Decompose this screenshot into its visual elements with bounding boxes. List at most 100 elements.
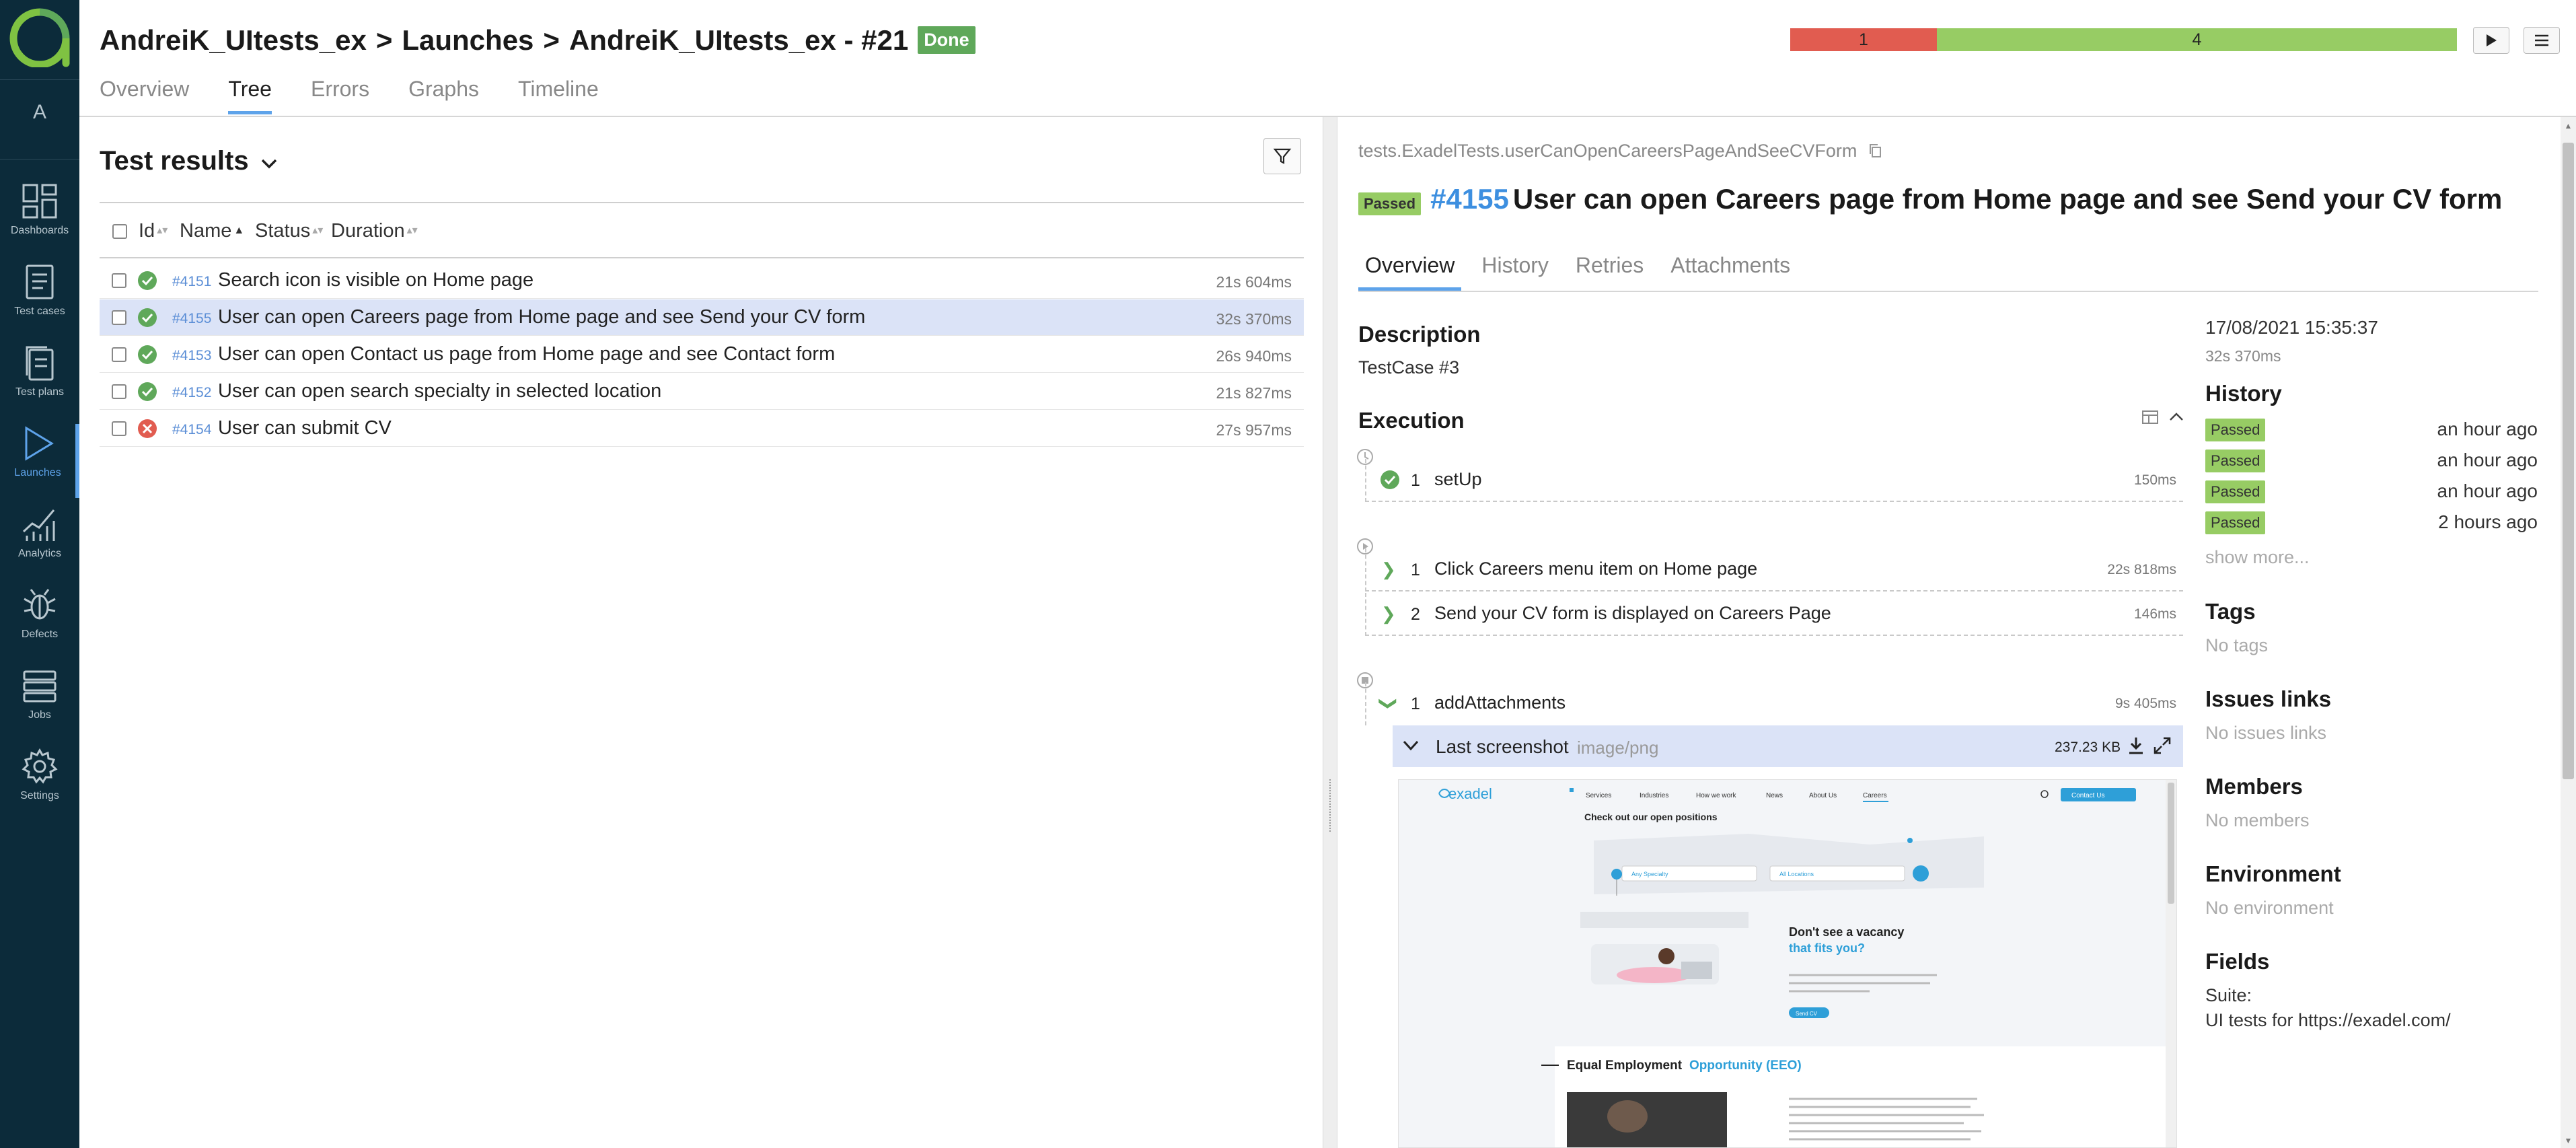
- failed-segment[interactable]: 1: [1790, 28, 1938, 51]
- row-id[interactable]: #4151: [172, 274, 211, 290]
- row-id[interactable]: #4152: [172, 385, 211, 401]
- sidebar-item-label: Launches: [14, 467, 61, 478]
- row-name[interactable]: User can open Contact us page from Home …: [218, 343, 835, 365]
- user-avatar[interactable]: A: [0, 101, 79, 124]
- column-status[interactable]: Status ▴▾: [255, 220, 323, 242]
- passed-segment[interactable]: 4: [1937, 28, 2457, 51]
- bug-icon: [24, 589, 56, 620]
- tab-detail-history[interactable]: History: [1475, 253, 1555, 291]
- table-row[interactable]: #4153 User can open Contact us page from…: [100, 336, 1304, 373]
- expand-icon[interactable]: [2153, 736, 2172, 755]
- row-name[interactable]: User can open Careers page from Home pag…: [218, 306, 865, 328]
- breadcrumb-separator: >: [543, 24, 560, 56]
- passed-icon: [138, 382, 157, 401]
- allure-logo[interactable]: [9, 8, 70, 67]
- test-step[interactable]: ❯ 1 Click Careers menu item on Home page…: [1365, 548, 2183, 591]
- row-checkbox[interactable]: [112, 310, 126, 325]
- scroll-up-icon[interactable]: ▲: [2561, 121, 2576, 131]
- site-nav-item: About Us: [1809, 792, 1837, 799]
- screenshot-image: exadel Services Industries How we work N…: [1399, 780, 2176, 1147]
- history-status-badge[interactable]: Passed: [2205, 511, 2266, 534]
- filter-button[interactable]: [1263, 138, 1301, 174]
- tab-graphs[interactable]: Graphs: [408, 77, 479, 114]
- screenshot-preview[interactable]: exadel Services Industries How we work N…: [1398, 779, 2177, 1148]
- row-id[interactable]: #4155: [172, 311, 211, 327]
- row-id[interactable]: #4153: [172, 348, 211, 364]
- row-name[interactable]: User can submit CV: [218, 417, 392, 439]
- scrollbar-thumb[interactable]: [2563, 143, 2574, 779]
- row-checkbox[interactable]: [112, 273, 126, 288]
- drag-handle-icon: [1329, 779, 1331, 832]
- passed-icon: [138, 308, 157, 327]
- column-status-label: Status: [255, 220, 311, 242]
- tab-timeline[interactable]: Timeline: [518, 77, 599, 114]
- row-name[interactable]: Search icon is visible on Home page: [218, 269, 533, 291]
- breadcrumb: AndreiK_UItests_ex > Launches > AndreiK_UIte…: [100, 24, 976, 57]
- column-duration[interactable]: Duration ▴▾: [331, 220, 418, 242]
- history-status-badge[interactable]: Passed: [2205, 419, 2266, 441]
- column-name[interactable]: Name ▲: [180, 220, 244, 242]
- row-checkbox[interactable]: [112, 347, 126, 362]
- sidebar-item-test-plans[interactable]: Test plans: [0, 343, 79, 417]
- layout-toggle-icon[interactable]: [2141, 409, 2159, 425]
- table-row[interactable]: #4155 User can open Careers page from Ho…: [100, 299, 1304, 336]
- sidebar-item-jobs[interactable]: Jobs: [0, 666, 79, 740]
- sidebar-item-test-cases[interactable]: Test cases: [0, 262, 79, 336]
- tab-detail-retries[interactable]: Retries: [1569, 253, 1650, 291]
- table-row[interactable]: #4151 Search icon is visible on Home pag…: [100, 262, 1304, 299]
- test-step[interactable]: ❯ 2 Send your CV form is displayed on Ca…: [1365, 593, 2183, 636]
- test-results-label: Test results: [100, 146, 249, 176]
- field-suite-label: Suite:: [2205, 985, 2252, 1005]
- history-status-badge[interactable]: Passed: [2205, 450, 2266, 472]
- column-name-label: Name: [180, 220, 232, 242]
- run-button[interactable]: [2473, 27, 2509, 54]
- menu-button[interactable]: [2524, 27, 2560, 54]
- description-text: TestCase #3: [1358, 357, 1460, 378]
- sidebar-item-dashboards[interactable]: Dashboards: [0, 182, 79, 256]
- tab-detail-attachments[interactable]: Attachments: [1664, 253, 1797, 291]
- tab-detail-overview[interactable]: Overview: [1358, 253, 1462, 291]
- table-row[interactable]: #4154 User can submit CV 27s 957ms: [100, 410, 1304, 447]
- breadcrumb-project[interactable]: AndreiK_UItests_ex: [100, 24, 367, 56]
- select-all-checkbox[interactable]: [112, 224, 127, 239]
- teardown-step[interactable]: ❯ 1 addAttachments 9s 405ms: [1365, 682, 2183, 725]
- fields-heading: Fields: [2205, 949, 2270, 974]
- row-id[interactable]: #4154: [172, 422, 211, 438]
- pane-splitter[interactable]: [1323, 117, 1337, 1148]
- column-id[interactable]: Id ▴▾: [139, 220, 168, 242]
- tab-tree[interactable]: Tree: [228, 77, 272, 114]
- sidebar-item-launches[interactable]: Launches: [0, 424, 79, 498]
- history-status-badge[interactable]: Passed: [2205, 480, 2266, 503]
- gear-icon: [22, 748, 58, 784]
- row-name[interactable]: User can open search specialty in select…: [218, 380, 661, 402]
- test-status-badge: Passed: [1358, 192, 1422, 215]
- row-checkbox[interactable]: [112, 384, 126, 399]
- sidebar-item-settings[interactable]: Settings: [0, 747, 79, 821]
- attachment-header[interactable]: Last screenshot image/png 237.23 KB: [1393, 725, 2183, 767]
- row-duration: 21s 604ms: [1216, 273, 1292, 291]
- scroll-down-icon[interactable]: ▼: [2561, 1136, 2576, 1145]
- passed-icon: [1381, 470, 1399, 489]
- site-contact-button: Contact Us: [2071, 792, 2104, 799]
- row-duration: 27s 957ms: [1216, 421, 1292, 439]
- row-duration: 21s 827ms: [1216, 384, 1292, 402]
- step-number: 1: [1411, 561, 1420, 579]
- sidebar-item-analytics[interactable]: Analytics: [0, 505, 79, 579]
- row-checkbox[interactable]: [112, 421, 126, 436]
- collapse-icon[interactable]: [2168, 410, 2184, 423]
- breadcrumb-launches[interactable]: Launches: [402, 24, 533, 56]
- test-results-title[interactable]: Test results: [100, 146, 278, 176]
- copy-icon[interactable]: [1868, 143, 1882, 159]
- test-duration: 32s 370ms: [2205, 347, 2281, 365]
- download-icon[interactable]: [2127, 736, 2145, 755]
- sidebar-item-defects[interactable]: Defects: [0, 585, 79, 659]
- test-full-name-text: tests.ExadelTests.userCanOpenCareersPage…: [1358, 141, 1857, 161]
- sidebar-item-label: Test plans: [15, 386, 65, 398]
- setup-step[interactable]: 1 setUp 150ms: [1365, 459, 2183, 502]
- table-row[interactable]: #4152 User can open search specialty in …: [100, 373, 1304, 410]
- field-suite-value: UI tests for https://exadel.com/: [2205, 1010, 2451, 1030]
- tab-overview[interactable]: Overview: [100, 77, 189, 114]
- chevron-right-icon: ❯: [1381, 559, 1396, 579]
- tab-errors[interactable]: Errors: [311, 77, 369, 114]
- show-more-link[interactable]: show more...: [2205, 547, 2310, 568]
